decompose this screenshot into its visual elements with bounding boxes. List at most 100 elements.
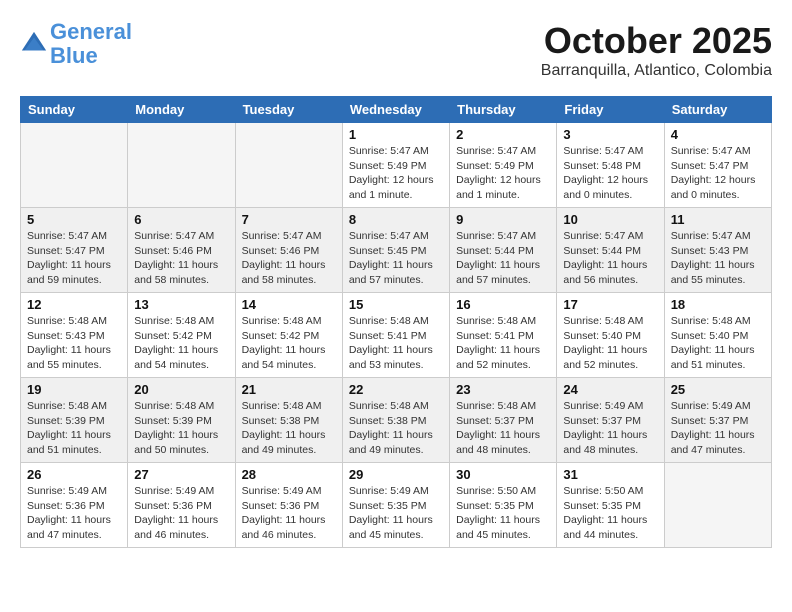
day-number: 23 [456,382,550,397]
day-cell-9: 9Sunrise: 5:47 AMSunset: 5:44 PMDaylight… [450,208,557,293]
day-cell-5: 5 Sunrise: 5:47 AMSunset: 5:47 PMDaylight… [21,208,128,293]
day-number: 17 [563,297,657,312]
day-number: 12 [27,297,121,312]
day-info: Sunrise: 5:49 AMSunset: 5:36 PMDaylight:… [242,484,336,543]
logo-line1: General [50,19,132,44]
empty-cell [128,123,235,208]
calendar-header-row: SundayMondayTuesdayWednesdayThursdayFrid… [21,97,772,123]
day-info: Sunrise: 5:48 AMSunset: 5:37 PMDaylight:… [456,399,550,458]
day-number: 1 [349,127,443,142]
day-number: 31 [563,467,657,482]
day-cell-1: 1 Sunrise: 5:47 AMSunset: 5:49 PMDaylight… [342,123,449,208]
day-number: 25 [671,382,765,397]
day-info: Sunrise: 5:47 AMSunset: 5:49 PMDaylight:… [349,144,443,203]
day-cell-4: 4 Sunrise: 5:47 AMSunset: 5:47 PMDaylight… [664,123,771,208]
day-number: 3 [563,127,657,142]
logo-text: General Blue [50,20,132,68]
day-cell-25: 25Sunrise: 5:49 AMSunset: 5:37 PMDayligh… [664,378,771,463]
weekday-header-sunday: Sunday [21,97,128,123]
day-cell-8: 8 Sunrise: 5:47 AMSunset: 5:45 PMDaylight… [342,208,449,293]
day-info: Sunrise: 5:47 AMSunset: 5:47 PMDaylight:… [671,144,765,203]
day-cell-10: 10Sunrise: 5:47 AMSunset: 5:44 PMDayligh… [557,208,664,293]
title-block: October 2025 Barranquilla, Atlantico, Co… [541,20,772,80]
day-info: Sunrise: 5:47 AMSunset: 5:45 PMDaylight:… [349,229,443,288]
day-info: Sunrise: 5:47 AMSunset: 5:44 PMDaylight:… [456,229,550,288]
day-info: Sunrise: 5:49 AMSunset: 5:37 PMDaylight:… [563,399,657,458]
day-number: 20 [134,382,228,397]
day-info: Sunrise: 5:48 AMSunset: 5:39 PMDaylight:… [134,399,228,458]
day-cell-20: 20 Sunrise: 5:48 AMSunset: 5:39 PMDayligh… [128,378,235,463]
day-cell-18: 18Sunrise: 5:48 AMSunset: 5:40 PMDayligh… [664,293,771,378]
calendar-week-1: 1 Sunrise: 5:47 AMSunset: 5:49 PMDaylight… [21,123,772,208]
logo-line2: Blue [50,43,98,68]
day-number: 22 [349,382,443,397]
day-cell-27: 27 Sunrise: 5:49 AMSunset: 5:36 PMDayligh… [128,463,235,548]
day-number: 19 [27,382,121,397]
day-cell-17: 17Sunrise: 5:48 AMSunset: 5:40 PMDayligh… [557,293,664,378]
day-number: 4 [671,127,765,142]
day-number: 11 [671,212,765,227]
day-cell-14: 14 Sunrise: 5:48 AMSunset: 5:42 PMDayligh… [235,293,342,378]
day-info: Sunrise: 5:47 AMSunset: 5:46 PMDaylight:… [242,229,336,288]
logo: General Blue [20,20,132,68]
day-info: Sunrise: 5:47 AMSunset: 5:46 PMDaylight:… [134,229,228,288]
day-number: 16 [456,297,550,312]
day-cell-30: 30 Sunrise: 5:50 AMSunset: 5:35 PMDayligh… [450,463,557,548]
day-cell-22: 22 Sunrise: 5:48 AMSunset: 5:38 PMDayligh… [342,378,449,463]
day-info: Sunrise: 5:48 AMSunset: 5:41 PMDaylight:… [349,314,443,373]
weekday-header-tuesday: Tuesday [235,97,342,123]
day-number: 14 [242,297,336,312]
day-info: Sunrise: 5:49 AMSunset: 5:35 PMDaylight:… [349,484,443,543]
day-info: Sunrise: 5:49 AMSunset: 5:36 PMDaylight:… [134,484,228,543]
day-info: Sunrise: 5:47 AMSunset: 5:47 PMDaylight:… [27,229,121,288]
calendar-week-2: 5 Sunrise: 5:47 AMSunset: 5:47 PMDaylight… [21,208,772,293]
day-number: 29 [349,467,443,482]
calendar-week-4: 19 Sunrise: 5:48 AMSunset: 5:39 PMDayligh… [21,378,772,463]
day-info: Sunrise: 5:48 AMSunset: 5:42 PMDaylight:… [134,314,228,373]
day-info: Sunrise: 5:48 AMSunset: 5:42 PMDaylight:… [242,314,336,373]
weekday-header-saturday: Saturday [664,97,771,123]
day-cell-21: 21Sunrise: 5:48 AMSunset: 5:38 PMDayligh… [235,378,342,463]
day-cell-7: 7Sunrise: 5:47 AMSunset: 5:46 PMDaylight… [235,208,342,293]
day-info: Sunrise: 5:50 AMSunset: 5:35 PMDaylight:… [563,484,657,543]
calendar-table: SundayMondayTuesdayWednesdayThursdayFrid… [20,96,772,548]
calendar-week-3: 12Sunrise: 5:48 AMSunset: 5:43 PMDayligh… [21,293,772,378]
day-number: 21 [242,382,336,397]
month-title: October 2025 [541,20,772,62]
day-number: 28 [242,467,336,482]
day-number: 30 [456,467,550,482]
day-info: Sunrise: 5:48 AMSunset: 5:38 PMDaylight:… [349,399,443,458]
day-number: 5 [27,212,121,227]
day-number: 27 [134,467,228,482]
day-cell-12: 12Sunrise: 5:48 AMSunset: 5:43 PMDayligh… [21,293,128,378]
day-cell-11: 11 Sunrise: 5:47 AMSunset: 5:43 PMDayligh… [664,208,771,293]
day-info: Sunrise: 5:48 AMSunset: 5:39 PMDaylight:… [27,399,121,458]
weekday-header-thursday: Thursday [450,97,557,123]
day-cell-16: 16Sunrise: 5:48 AMSunset: 5:41 PMDayligh… [450,293,557,378]
day-number: 2 [456,127,550,142]
day-info: Sunrise: 5:47 AMSunset: 5:48 PMDaylight:… [563,144,657,203]
day-cell-26: 26 Sunrise: 5:49 AMSunset: 5:36 PMDayligh… [21,463,128,548]
day-cell-29: 29 Sunrise: 5:49 AMSunset: 5:35 PMDayligh… [342,463,449,548]
day-cell-6: 6 Sunrise: 5:47 AMSunset: 5:46 PMDaylight… [128,208,235,293]
weekday-header-friday: Friday [557,97,664,123]
day-info: Sunrise: 5:50 AMSunset: 5:35 PMDaylight:… [456,484,550,543]
day-cell-3: 3 Sunrise: 5:47 AMSunset: 5:48 PMDaylight… [557,123,664,208]
day-number: 26 [27,467,121,482]
day-cell-31: 31 Sunrise: 5:50 AMSunset: 5:35 PMDayligh… [557,463,664,548]
day-info: Sunrise: 5:49 AMSunset: 5:36 PMDaylight:… [27,484,121,543]
day-info: Sunrise: 5:47 AMSunset: 5:49 PMDaylight:… [456,144,550,203]
logo-icon [20,30,48,58]
day-number: 10 [563,212,657,227]
page-header: General Blue October 2025 Barranquilla, … [20,20,772,80]
calendar-week-5: 26 Sunrise: 5:49 AMSunset: 5:36 PMDayligh… [21,463,772,548]
day-number: 8 [349,212,443,227]
day-number: 15 [349,297,443,312]
day-cell-24: 24Sunrise: 5:49 AMSunset: 5:37 PMDayligh… [557,378,664,463]
day-number: 6 [134,212,228,227]
day-number: 18 [671,297,765,312]
day-number: 13 [134,297,228,312]
day-cell-13: 13 Sunrise: 5:48 AMSunset: 5:42 PMDayligh… [128,293,235,378]
day-cell-28: 28 Sunrise: 5:49 AMSunset: 5:36 PMDayligh… [235,463,342,548]
day-info: Sunrise: 5:47 AMSunset: 5:43 PMDaylight:… [671,229,765,288]
